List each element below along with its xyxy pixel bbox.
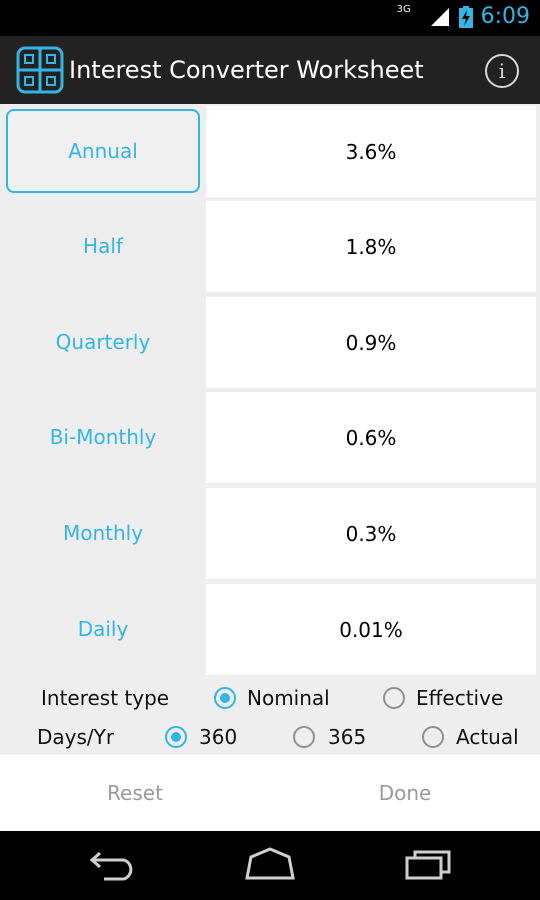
days-360-radio[interactable] — [165, 726, 187, 748]
rate-field-annual[interactable]: 3.6% — [206, 106, 536, 197]
frequency-button-bi-monthly[interactable]: Bi-Monthly — [6, 395, 200, 479]
days-actual-label[interactable]: Actual — [456, 725, 519, 749]
back-icon[interactable] — [88, 845, 138, 881]
rate-field-monthly[interactable]: 0.3% — [206, 488, 536, 579]
frequency-row-quarterly: Quarterly 0.9% — [0, 295, 540, 388]
rate-field-half[interactable]: 1.8% — [206, 201, 536, 292]
nominal-radio[interactable] — [214, 687, 236, 709]
rate-field-bi-monthly[interactable]: 0.6% — [206, 392, 536, 483]
status-icons: 3G 6:09 — [397, 4, 530, 29]
frequency-button-monthly[interactable]: Monthly — [6, 491, 200, 575]
recent-apps-icon[interactable] — [404, 845, 454, 881]
reset-button[interactable]: Reset — [0, 755, 270, 831]
interest-type-label: Interest type — [41, 686, 170, 710]
frequency-row-daily: Daily 0.01% — [0, 582, 540, 675]
days-360-label[interactable]: 360 — [199, 725, 237, 749]
home-icon[interactable] — [244, 845, 296, 881]
days-actual-radio[interactable] — [422, 726, 444, 748]
done-button[interactable]: Done — [270, 755, 540, 831]
info-icon: i — [498, 59, 506, 83]
frequency-row-half: Half 1.8% — [0, 199, 540, 292]
frequency-row-monthly: Monthly 0.3% — [0, 486, 540, 579]
frequency-button-annual[interactable]: Annual — [6, 109, 200, 193]
frequency-button-quarterly[interactable]: Quarterly — [6, 300, 200, 384]
rate-field-daily[interactable]: 0.01% — [206, 584, 536, 675]
app-logo-icon — [16, 46, 64, 94]
app-title: Interest Converter Worksheet — [69, 56, 424, 84]
effective-label[interactable]: Effective — [416, 686, 503, 710]
frequency-row-bi-monthly: Bi-Monthly 0.6% — [0, 390, 540, 483]
days-365-radio[interactable] — [293, 726, 315, 748]
info-button[interactable]: i — [485, 54, 519, 88]
days-365-label[interactable]: 365 — [328, 725, 366, 749]
frequency-row-annual: Annual 3.6% — [0, 104, 540, 197]
frequency-button-daily[interactable]: Daily — [6, 587, 200, 671]
battery-icon — [458, 5, 473, 28]
rate-field-quarterly[interactable]: 0.9% — [206, 297, 536, 388]
signal-icon — [430, 7, 449, 26]
frequency-button-half[interactable]: Half — [6, 204, 200, 288]
clock: 6:09 — [480, 4, 530, 29]
navigation-bar — [0, 831, 540, 900]
footer-bar: Reset Done — [0, 755, 540, 831]
network-type: 3G — [396, 4, 411, 15]
status-bar: 3G 6:09 — [0, 0, 540, 36]
effective-radio[interactable] — [383, 687, 405, 709]
days-per-year-label: Days/Yr — [37, 725, 115, 749]
nominal-label[interactable]: Nominal — [247, 686, 330, 710]
worksheet: Annual 3.6% Half 1.8% Quarterly 0.9% Bi-… — [0, 104, 540, 755]
